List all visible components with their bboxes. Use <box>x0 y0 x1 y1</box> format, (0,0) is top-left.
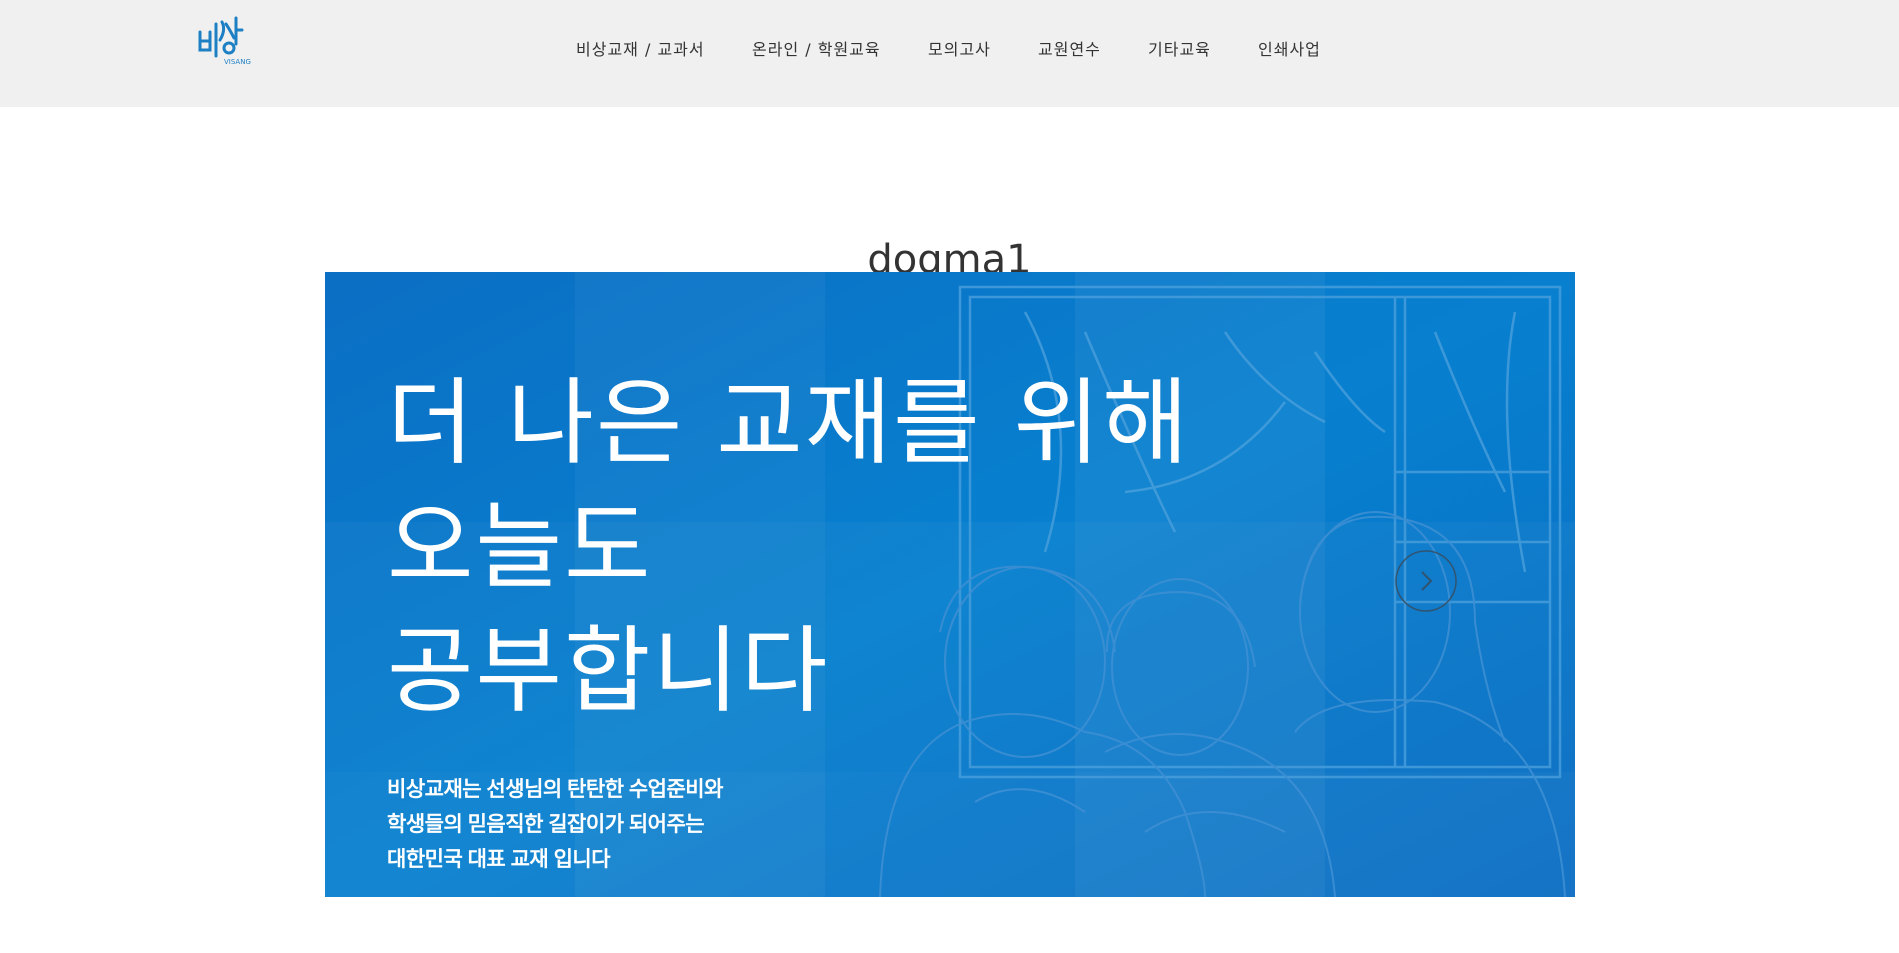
nav-item-textbooks[interactable]: 비상교재 / 교과서 <box>576 36 705 60</box>
subtext-line-3: 대한민국 대표 교재 입니다 <box>387 848 611 871</box>
slider-next-button[interactable] <box>1395 550 1457 612</box>
headline-line-3: 공부합니다 <box>387 617 830 726</box>
subtext-line-2: 학생들의 믿음직한 길잡이가 되어주는 <box>387 813 705 836</box>
headline-line-1: 더 나은 교재를 위해 <box>387 369 1191 478</box>
nav-item-mock-exam[interactable]: 모의고사 <box>928 36 991 60</box>
banner-headline: 더 나은 교재를 위해 오늘도 공부합니다 <box>387 362 1190 734</box>
nav-item-online-academy[interactable]: 온라인 / 학원교육 <box>752 36 881 60</box>
headline-line-2: 오늘도 <box>387 493 653 602</box>
nav-item-printing[interactable]: 인쇄사업 <box>1258 36 1321 60</box>
main-nav: 비상교재 / 교과서 온라인 / 학원교육 모의고사 교원연수 기타교육 인쇄사… <box>0 36 1899 62</box>
subtext-line-1: 비상교재는 선생님의 탄탄한 수업준비와 <box>387 778 723 801</box>
site-header: VISANG 비상교재 / 교과서 온라인 / 학원교육 모의고사 교원연수 기… <box>0 0 1899 107</box>
nav-item-other-education[interactable]: 기타교육 <box>1148 36 1211 60</box>
hero-banner: 더 나은 교재를 위해 오늘도 공부합니다 비상교재는 선생님의 탄탄한 수업준… <box>325 272 1575 897</box>
banner-subtext: 비상교재는 선생님의 탄탄한 수업준비와 학생들의 믿음직한 길잡이가 되어주는… <box>387 772 723 877</box>
nav-item-teacher-training[interactable]: 교원연수 <box>1038 36 1101 60</box>
chevron-right-icon <box>1395 550 1457 612</box>
